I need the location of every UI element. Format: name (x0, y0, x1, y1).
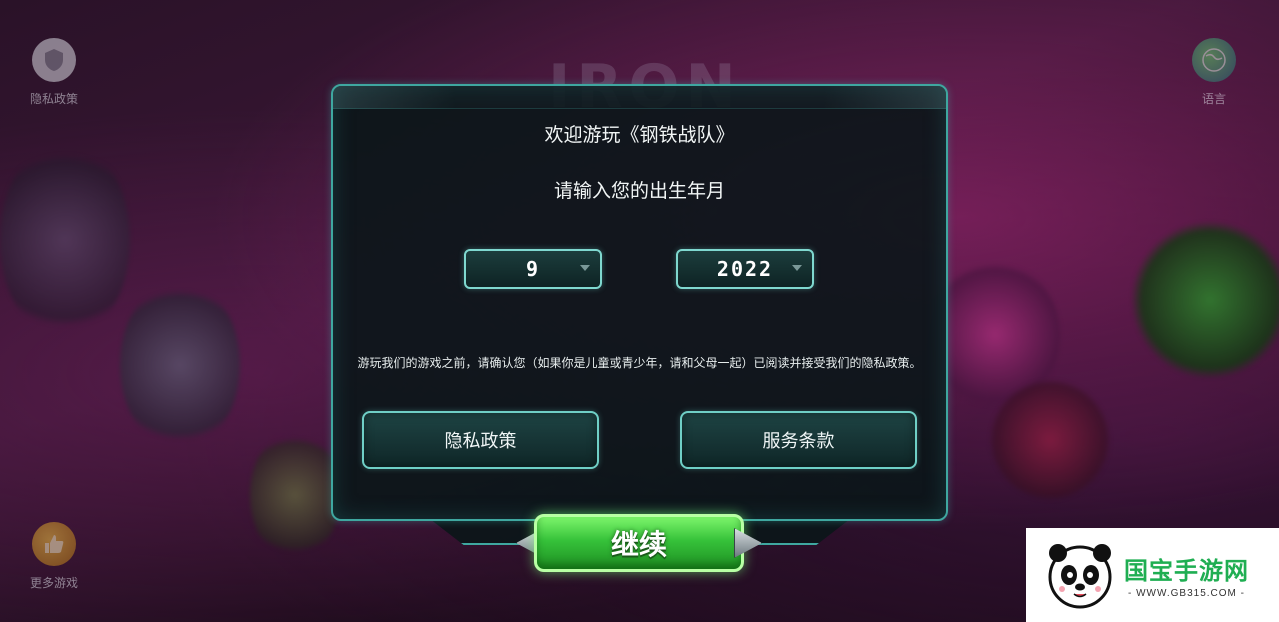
birth-month-select[interactable]: 9 (464, 249, 602, 289)
welcome-title: 欢迎游玩《钢铁战队》 (544, 124, 735, 146)
terms-of-service-button[interactable]: 服务条款 (680, 411, 917, 469)
background-art (250, 430, 340, 560)
language-label: 语言 (1201, 92, 1226, 106)
background-art (1130, 220, 1279, 380)
more-games-button[interactable]: 更多游戏 (30, 522, 78, 591)
arrow-right-decoration-icon (734, 528, 762, 558)
background-art (990, 380, 1110, 500)
site-watermark: 国宝手游网 - WWW.GB315.COM - (1026, 528, 1279, 622)
watermark-url: - WWW.GB315.COM - (1128, 588, 1245, 599)
background-art (0, 140, 130, 340)
watermark-title: 国宝手游网 (1124, 557, 1249, 585)
birth-date-prompt: 请输入您的出生年月 (553, 180, 725, 202)
continue-button-group: 继续 (516, 514, 762, 572)
globe-icon (1192, 38, 1236, 82)
privacy-corner-label: 隐私政策 (30, 92, 79, 106)
birth-year-value: 2022 (716, 257, 774, 281)
more-games-label: 更多游戏 (30, 576, 79, 590)
privacy-corner-button[interactable]: 隐私政策 (30, 38, 78, 107)
consent-text: 游玩我们的游戏之前，请确认您（如果你是儿童或青少年，请和父母一起）已阅读并接受我… (357, 356, 922, 370)
shield-icon (32, 38, 76, 82)
birth-year-select[interactable]: 2022 (676, 249, 814, 289)
continue-button[interactable]: 继续 (534, 514, 744, 572)
panda-logo-icon (1044, 539, 1116, 611)
chevron-down-icon (792, 265, 802, 271)
watermark-text: 国宝手游网 - WWW.GB315.COM - (1124, 551, 1249, 599)
privacy-policy-button[interactable]: 隐私政策 (362, 411, 599, 469)
birth-month-value: 9 (525, 257, 541, 281)
language-button[interactable]: 语言 (1192, 38, 1236, 107)
background-art (120, 280, 240, 450)
chevron-down-icon (580, 265, 590, 271)
thumbs-up-icon (32, 522, 76, 566)
